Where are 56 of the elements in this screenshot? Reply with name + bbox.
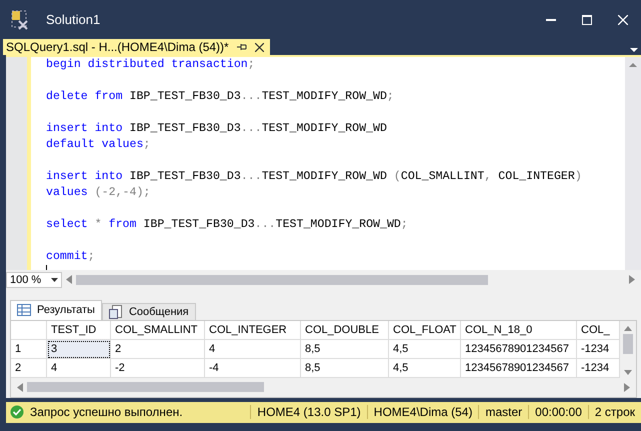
code-line: default values; (46, 137, 152, 154)
column-header: COL_N_18_0 (461, 320, 577, 340)
down-arrow-icon (624, 370, 632, 376)
grid-icon (17, 304, 31, 316)
grid-horizontal-scrollbar[interactable] (11, 378, 636, 397)
code-line: select * from IBP_TEST_FB30_D3...TEST_MODIFY_ROW_WD; (46, 217, 409, 234)
table-cell[interactable]: 8,5 (301, 340, 389, 359)
up-arrow-icon (624, 324, 632, 331)
vertical-scrollbar[interactable] (625, 57, 641, 270)
code-line: insert into IBP_TEST_FB30_D3...TEST_MODIFY_ROW_WD (46, 121, 388, 138)
results-tab[interactable]: Результаты (10, 300, 102, 320)
code-line: begin distributed transaction; (46, 57, 256, 74)
code-line: values (-2,-4); (46, 185, 152, 202)
status-message: Запрос успешно выполнен. (30, 405, 184, 420)
table-cell[interactable]: 4,5 (389, 340, 461, 359)
success-check-icon (10, 405, 24, 420)
column-header: COL_INTEGER (205, 320, 301, 340)
minimize-icon (546, 18, 556, 21)
status-segment: 2 строк (588, 405, 641, 420)
zoom-dropdown[interactable]: 100 % (6, 272, 62, 288)
solution-icon (10, 8, 30, 31)
column-header: COL_SMALLINT (111, 320, 205, 340)
code-line: delete from IBP_TEST_FB30_D3...TEST_MODIFY_ROW_WD; (46, 89, 395, 106)
left-arrow-icon (17, 382, 23, 392)
code-line: commit; (46, 249, 96, 266)
column-header: COL_DOUBLE (301, 320, 389, 340)
table-cell[interactable]: 12345678901234567 (461, 340, 577, 359)
close-icon[interactable] (254, 42, 264, 52)
status-segment: HOME4 (13.0 SP1) (250, 405, 367, 420)
right-arrow-icon (624, 382, 630, 392)
column-header: TEST_ID (47, 320, 111, 340)
code-line: insert into IBP_TEST_FB30_D3...TEST_MODIFY_ROW_WD (COL_SMALLINT, COL_INTEGER) (46, 169, 583, 186)
status-segment: HOME4\Dima (54) (366, 405, 478, 420)
tab-label: SQLQuery1.sql - H...(HOME4\Dima (54))* (6, 40, 229, 54)
status-segment: master (478, 405, 528, 420)
up-arrow-icon (629, 61, 637, 70)
row-number: 1 (11, 340, 47, 359)
close-icon (618, 14, 628, 25)
column-header: COL_ (577, 320, 620, 340)
maximize-icon (582, 14, 592, 25)
horizontal-scrollbar[interactable] (66, 272, 635, 287)
status-segment: 00:00:00 (528, 405, 588, 420)
caret-icon (51, 278, 58, 282)
table-cell[interactable]: 2 (111, 340, 205, 359)
table-cell[interactable]: 3 (47, 340, 111, 359)
window-title: Solution1 (46, 12, 102, 28)
row-number: 2 (11, 358, 47, 378)
table-cell[interactable]: 4 (205, 340, 301, 359)
pin-icon[interactable] (236, 43, 247, 52)
code-editor[interactable] (31, 57, 625, 270)
left-arrow-icon (66, 275, 72, 284)
results-tab[interactable]: Сообщения (102, 302, 196, 320)
column-header: COL_FLOAT (389, 320, 461, 340)
grid-vertical-scrollbar[interactable] (620, 320, 636, 378)
right-arrow-icon (629, 275, 635, 284)
document-tab[interactable]: SQLQuery1.sql - H...(HOME4\Dima (54))* (3, 39, 270, 56)
